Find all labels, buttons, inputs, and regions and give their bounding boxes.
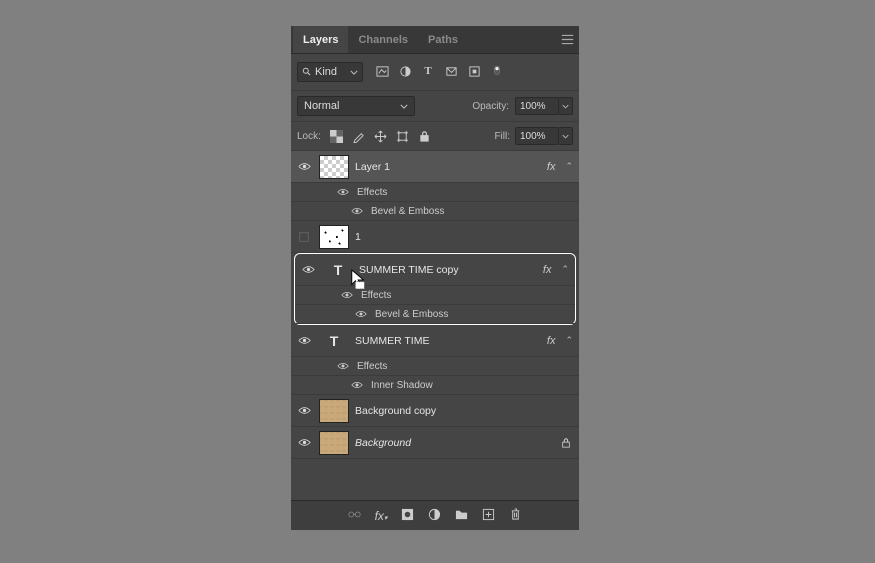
lock-row: Lock: Fill: 100% [291, 122, 579, 151]
filter-smart-icon[interactable] [467, 65, 481, 79]
layer-name-label[interactable]: Background [355, 437, 411, 449]
chevron-down-icon [400, 100, 408, 112]
lock-pixels-icon[interactable] [352, 130, 365, 143]
layer-name-label[interactable]: Layer 1 [355, 161, 390, 173]
effect-name: Bevel & Emboss [375, 309, 448, 320]
layer-thumbnail[interactable] [319, 399, 349, 423]
tab-paths[interactable]: Paths [418, 26, 468, 53]
filter-toggle-icon[interactable] [490, 65, 504, 79]
panel-menu-button[interactable] [555, 26, 579, 53]
visibility-toggle[interactable] [339, 291, 355, 299]
layer-name-label[interactable]: SUMMER TIME copy [359, 264, 459, 276]
layer-style-icon[interactable]: fx▾ [375, 509, 388, 523]
filter-type-icon[interactable]: T [421, 65, 435, 79]
visibility-toggle[interactable] [295, 231, 313, 243]
lock-all-icon[interactable] [418, 130, 431, 143]
visibility-toggle[interactable] [349, 207, 365, 215]
layer-row-summer-time[interactable]: T SUMMER TIME fx ⌃ [291, 325, 579, 357]
visibility-toggle[interactable] [295, 406, 313, 415]
visibility-toggle[interactable] [335, 188, 351, 196]
effects-label: Effects [361, 290, 391, 301]
effects-header-row[interactable]: Effects [291, 183, 579, 202]
chevron-down-icon [350, 66, 358, 78]
adjustment-layer-icon[interactable] [428, 508, 441, 524]
lock-icons-group [330, 130, 431, 143]
opacity-value-input[interactable]: 100% [515, 97, 559, 115]
layer-row-background-copy[interactable]: Background copy [291, 395, 579, 427]
layers-list: Layer 1 fx ⌃ Effects Bevel & Emboss 1 [291, 151, 579, 500]
link-layers-icon[interactable] [348, 508, 361, 524]
blend-mode-select[interactable]: Normal [297, 96, 415, 116]
layers-panel: Layers Channels Paths Kind T [291, 26, 579, 530]
effect-bevel-emboss-row[interactable]: Bevel & Emboss [291, 202, 579, 221]
opacity-chevron[interactable] [559, 97, 573, 115]
filter-pixel-icon[interactable] [375, 65, 389, 79]
visibility-toggle[interactable] [353, 310, 369, 318]
filter-kind-select[interactable]: Kind [297, 62, 363, 82]
layer-row-background[interactable]: Background [291, 427, 579, 459]
tab-channels[interactable]: Channels [348, 26, 418, 53]
fx-indicator[interactable]: fx [547, 161, 556, 173]
effects-label: Effects [357, 187, 387, 198]
new-layer-icon[interactable] [482, 508, 495, 524]
layer-filter-row: Kind T [291, 54, 579, 91]
visibility-toggle[interactable] [349, 381, 365, 389]
effect-name: Inner Shadow [371, 380, 433, 391]
visibility-toggle[interactable] [335, 362, 351, 370]
fill-label[interactable]: Fill: [494, 131, 510, 142]
type-layer-icon: T [323, 262, 353, 278]
filter-adjustment-icon[interactable] [398, 65, 412, 79]
blend-mode-row: Normal Opacity: 100% [291, 91, 579, 122]
effect-name: Bevel & Emboss [371, 206, 444, 217]
panel-bottom-toolbar: fx▾ [291, 500, 579, 530]
type-layer-icon: T [319, 333, 349, 349]
fx-collapse-chevron[interactable]: ⌃ [565, 161, 573, 172]
fx-indicator[interactable]: fx [547, 335, 556, 347]
lock-label: Lock: [297, 131, 321, 142]
tab-layers[interactable]: Layers [293, 26, 348, 53]
lock-artboard-icon[interactable] [396, 130, 409, 143]
fill-value-input[interactable]: 100% [515, 127, 559, 145]
filter-kind-label: Kind [315, 66, 337, 78]
layer-name-label[interactable]: 1 [355, 231, 361, 243]
visibility-toggle[interactable] [299, 265, 317, 274]
effect-bevel-emboss-row[interactable]: Bevel & Emboss [295, 305, 575, 324]
layer-thumbnail[interactable] [319, 155, 349, 179]
group-layers-icon[interactable] [455, 508, 468, 524]
opacity-label[interactable]: Opacity: [472, 101, 509, 112]
visibility-toggle[interactable] [295, 336, 313, 345]
fx-collapse-chevron[interactable]: ⌃ [565, 335, 573, 346]
filter-type-icons: T [375, 65, 504, 79]
drag-drop-target-box: T SUMMER TIME copy fx ⌃ Effects Bevel & … [294, 253, 576, 325]
fx-collapse-chevron[interactable]: ⌃ [561, 264, 569, 275]
layer-name-label[interactable]: SUMMER TIME [355, 335, 429, 347]
layer-mask-icon[interactable] [401, 508, 414, 524]
effect-inner-shadow-row[interactable]: Inner Shadow [291, 376, 579, 395]
visibility-toggle[interactable] [295, 438, 313, 447]
fx-indicator[interactable]: fx [543, 264, 552, 276]
lock-transparency-icon[interactable] [330, 130, 343, 143]
layer-thumbnail[interactable] [319, 431, 349, 455]
blend-mode-value: Normal [304, 100, 339, 112]
lock-icon[interactable] [561, 437, 575, 449]
layer-name-label[interactable]: Background copy [355, 405, 436, 417]
layer-row-1[interactable]: 1 [291, 221, 579, 253]
lock-position-icon[interactable] [374, 130, 387, 143]
effects-header-row[interactable]: Effects [291, 357, 579, 376]
effects-label: Effects [357, 361, 387, 372]
visibility-toggle[interactable] [295, 162, 313, 171]
effects-header-row[interactable]: Effects [295, 286, 575, 305]
delete-layer-icon[interactable] [509, 508, 522, 524]
layer-thumbnail[interactable] [319, 225, 349, 249]
panel-tab-bar: Layers Channels Paths [291, 26, 579, 54]
fill-chevron[interactable] [559, 127, 573, 145]
filter-shape-icon[interactable] [444, 65, 458, 79]
layer-row-layer1[interactable]: Layer 1 fx ⌃ [291, 151, 579, 183]
layer-row-summer-time-copy[interactable]: T SUMMER TIME copy fx ⌃ [295, 254, 575, 286]
